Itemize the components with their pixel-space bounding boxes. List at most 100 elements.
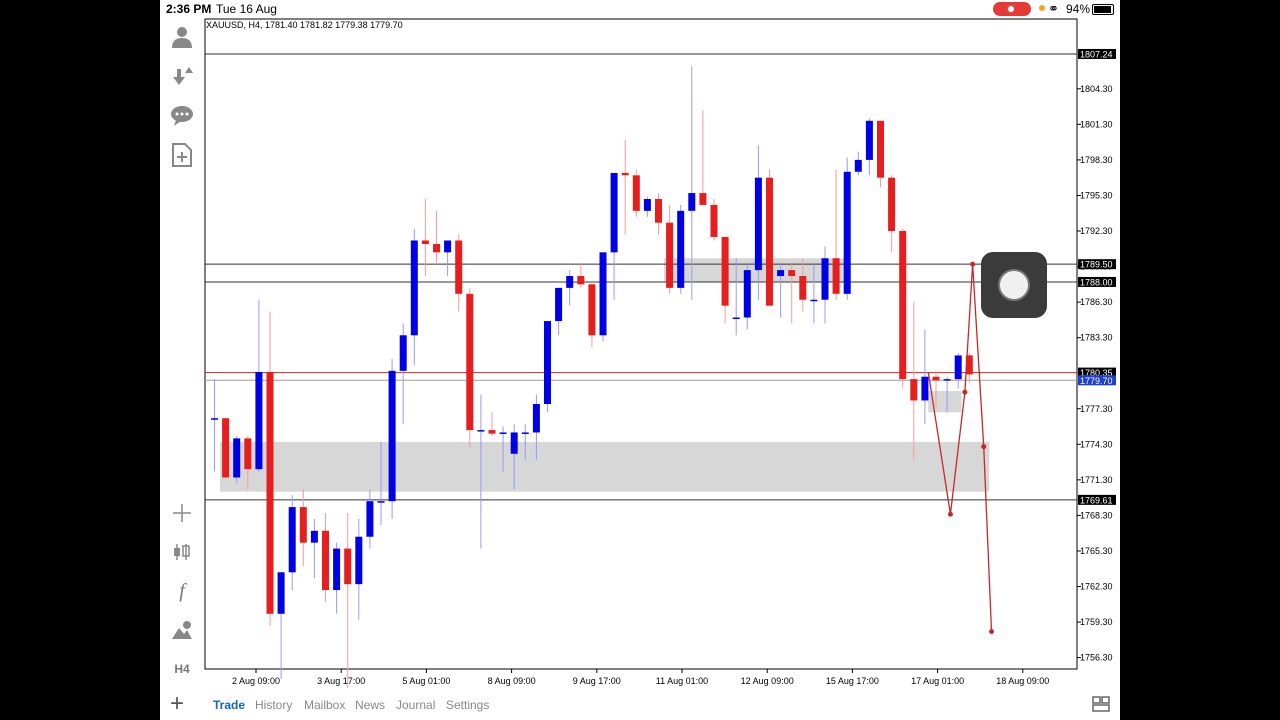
candle-body bbox=[777, 270, 785, 277]
chat-icon[interactable] bbox=[169, 103, 195, 129]
candle-body bbox=[799, 276, 807, 300]
candle-body bbox=[433, 244, 440, 253]
candle-body bbox=[410, 240, 418, 336]
candle-body bbox=[643, 199, 651, 211]
date-label: 5 Aug 01:00 bbox=[402, 676, 450, 686]
candle-body bbox=[333, 548, 341, 591]
indicator-icon[interactable]: f bbox=[169, 578, 195, 604]
candle-body bbox=[754, 177, 762, 271]
candle-body bbox=[499, 432, 507, 434]
price-tick-label: 1783.30 bbox=[1080, 333, 1113, 343]
layout-icon[interactable] bbox=[1092, 696, 1110, 712]
candle-body bbox=[743, 270, 751, 318]
candle-body bbox=[466, 293, 474, 431]
projection-point[interactable] bbox=[962, 389, 968, 395]
candle-body bbox=[399, 335, 407, 371]
status-time: 2:36 PM bbox=[166, 2, 212, 16]
candle-body bbox=[810, 299, 818, 302]
projection-point[interactable] bbox=[970, 261, 976, 267]
app-screen: 2:36 PM Tue 16 Aug ⚭ 94% f H4 1804.30 18… bbox=[160, 0, 1120, 720]
candle-body bbox=[355, 536, 363, 585]
price-tick-label: 1798.30 bbox=[1080, 155, 1113, 165]
candle-body bbox=[488, 430, 496, 434]
tab-mailbox[interactable]: Mailbox bbox=[304, 698, 345, 712]
candle-body bbox=[588, 284, 596, 336]
candle-body bbox=[299, 507, 307, 543]
candle-body bbox=[832, 258, 840, 294]
candle-body bbox=[322, 530, 329, 591]
candle-body bbox=[732, 317, 740, 320]
date-label: 9 Aug 17:00 bbox=[573, 676, 621, 686]
candle-body bbox=[555, 287, 563, 322]
price-tick-label: 1777.30 bbox=[1080, 404, 1113, 414]
price-tag-label: 1789.50 bbox=[1080, 260, 1113, 270]
candle-body bbox=[877, 120, 884, 178]
status-bar: 2:36 PM Tue 16 Aug ⚭ 94% bbox=[160, 0, 1120, 18]
chart-type-icon[interactable] bbox=[169, 539, 195, 565]
candle-body bbox=[943, 379, 951, 381]
date-label: 3 Aug 17:00 bbox=[317, 676, 365, 686]
tab-history[interactable]: History bbox=[255, 698, 292, 712]
candle-body bbox=[266, 372, 274, 614]
projection-point[interactable] bbox=[989, 629, 994, 635]
candle-body bbox=[377, 501, 385, 503]
projection-point[interactable] bbox=[947, 511, 953, 517]
candle-body bbox=[899, 231, 907, 380]
candle-body bbox=[233, 438, 241, 478]
date-label: 8 Aug 09:00 bbox=[488, 676, 536, 686]
candle-body bbox=[521, 432, 529, 434]
symbol-info: XAUUSD, H4, 1781.40 1781.82 1779.38 1779… bbox=[206, 20, 403, 30]
tab-news[interactable]: News bbox=[355, 698, 385, 712]
price-tick-label: 1774.30 bbox=[1080, 439, 1113, 449]
price-chart[interactable]: 1804.30 1801.30 1798.30 1795.30 1792.30 1789.… bbox=[204, 18, 1120, 697]
candle-body bbox=[821, 258, 829, 300]
date-label: 17 Aug 01:00 bbox=[911, 676, 964, 686]
crosshair-icon[interactable] bbox=[169, 500, 195, 526]
person-icon[interactable] bbox=[169, 24, 195, 50]
candle-body bbox=[444, 240, 452, 253]
price-tick-label: 1804.30 bbox=[1080, 84, 1113, 94]
download-icon[interactable] bbox=[169, 64, 195, 90]
candle-body bbox=[865, 120, 873, 160]
price-tick-label: 1801.30 bbox=[1080, 119, 1113, 129]
candle-body bbox=[932, 376, 940, 381]
date-label: 18 Aug 09:00 bbox=[996, 676, 1049, 686]
projection-point[interactable] bbox=[981, 444, 987, 450]
tab-trade[interactable]: Trade bbox=[213, 698, 245, 712]
price-tick-label: 1786.30 bbox=[1080, 297, 1113, 307]
date-label: 11 Aug 01:00 bbox=[656, 676, 708, 686]
supply-demand-zone[interactable] bbox=[220, 441, 990, 492]
chart-svg[interactable]: 1804.30 1801.30 1798.30 1795.30 1792.30 1789.… bbox=[204, 18, 1120, 697]
screen-recorder-button[interactable] bbox=[981, 252, 1047, 318]
price-tag-label: 1769.61 bbox=[1080, 495, 1113, 505]
timeframe-button[interactable]: H4 bbox=[169, 656, 195, 682]
candle-body bbox=[477, 430, 485, 432]
date-label: 2 Aug 09:00 bbox=[232, 676, 280, 686]
candle-body bbox=[788, 270, 796, 277]
candle-body bbox=[455, 240, 463, 294]
candle-body bbox=[888, 177, 896, 231]
screen-recording-icon[interactable] bbox=[993, 2, 1031, 16]
candle-body bbox=[288, 507, 296, 573]
tab-journal[interactable]: Journal bbox=[396, 698, 435, 712]
candle-body bbox=[766, 177, 773, 306]
add-chart-button[interactable]: + bbox=[170, 690, 184, 718]
candle-body bbox=[277, 572, 285, 614]
candle-body bbox=[910, 379, 918, 401]
new-document-icon[interactable] bbox=[169, 142, 195, 168]
price-tick-label: 1756.30 bbox=[1080, 653, 1113, 663]
tab-settings[interactable]: Settings bbox=[446, 698, 489, 712]
price-tag-label: 1788.00 bbox=[1080, 277, 1113, 287]
candle-body bbox=[532, 404, 540, 433]
candle-body bbox=[721, 236, 729, 306]
candle-body bbox=[366, 501, 374, 537]
date-label: 12 Aug 09:00 bbox=[741, 676, 794, 686]
candle-body bbox=[388, 370, 396, 502]
candle-body bbox=[621, 172, 629, 176]
candle-body bbox=[244, 438, 252, 470]
candle-body bbox=[310, 530, 318, 543]
candle-body bbox=[510, 432, 518, 454]
price-tick-label: 1792.30 bbox=[1080, 226, 1113, 236]
candle-body bbox=[710, 204, 718, 237]
objects-icon[interactable] bbox=[169, 617, 195, 643]
